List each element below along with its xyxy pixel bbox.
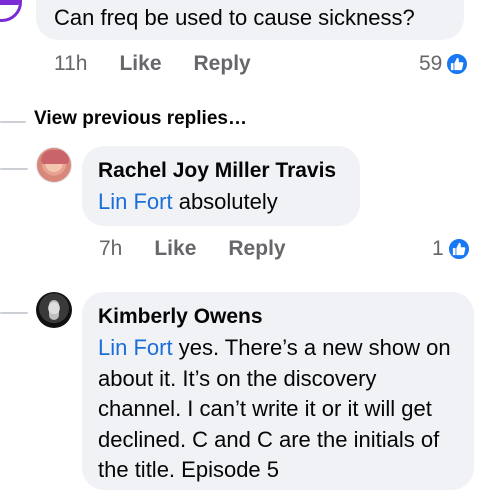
reply-avatar-rachel[interactable] <box>36 147 72 183</box>
mention-link[interactable]: Lin Fort <box>98 335 173 360</box>
top-commenter-avatar[interactable] <box>0 0 22 22</box>
reply-author[interactable]: Kimberly Owens <box>98 304 460 330</box>
reply-text: Lin Fort absolutely <box>98 187 360 218</box>
top-comment-actions: 11h Like Reply <box>54 51 251 77</box>
reply-button[interactable]: Reply <box>194 52 251 76</box>
top-comment-like-count[interactable]: 59 <box>419 51 470 77</box>
top-comment-bubble: Can freq be used to cause sickness? <box>36 0 464 40</box>
like-button[interactable]: Like <box>119 52 161 76</box>
reply-bubble: Kimberly Owens Lin Fort yes. There’s a n… <box>82 292 474 490</box>
like-count: 1 <box>432 237 444 260</box>
reply-like-count[interactable]: 1 <box>432 236 471 262</box>
thumbs-up-icon <box>445 52 470 76</box>
like-button[interactable]: Like <box>154 237 196 261</box>
reply-time[interactable]: 7h <box>99 237 122 261</box>
reply-bubble: Rachel Joy Miller Travis Lin Fort absolu… <box>82 146 360 226</box>
like-count: 59 <box>419 52 443 75</box>
thread-connector <box>0 121 26 123</box>
avatar-figure <box>49 300 59 320</box>
comment-thread: Can freq be used to cause sickness? 11h … <box>0 0 492 500</box>
avatar-hair <box>41 150 69 164</box>
top-comment-time[interactable]: 11h <box>54 52 87 76</box>
reply-avatar-kimberly[interactable] <box>36 292 72 328</box>
thumbs-up-icon <box>446 237 471 261</box>
top-comment-text: Can freq be used to cause sickness? <box>54 5 415 30</box>
reply-text: Lin Fort yes. There’s a new show on abou… <box>98 333 460 486</box>
mention-link[interactable]: Lin Fort <box>98 189 173 214</box>
reply-button[interactable]: Reply <box>228 237 285 261</box>
thread-connector <box>0 312 28 314</box>
view-previous-replies-link[interactable]: View previous replies… <box>34 108 247 130</box>
avatar-badge <box>0 0 19 5</box>
reply-author[interactable]: Rachel Joy Miller Travis <box>98 158 360 184</box>
reply-body: absolutely <box>172 189 278 214</box>
thread-connector <box>0 168 28 170</box>
reply-actions: 7h Like Reply <box>99 236 286 262</box>
